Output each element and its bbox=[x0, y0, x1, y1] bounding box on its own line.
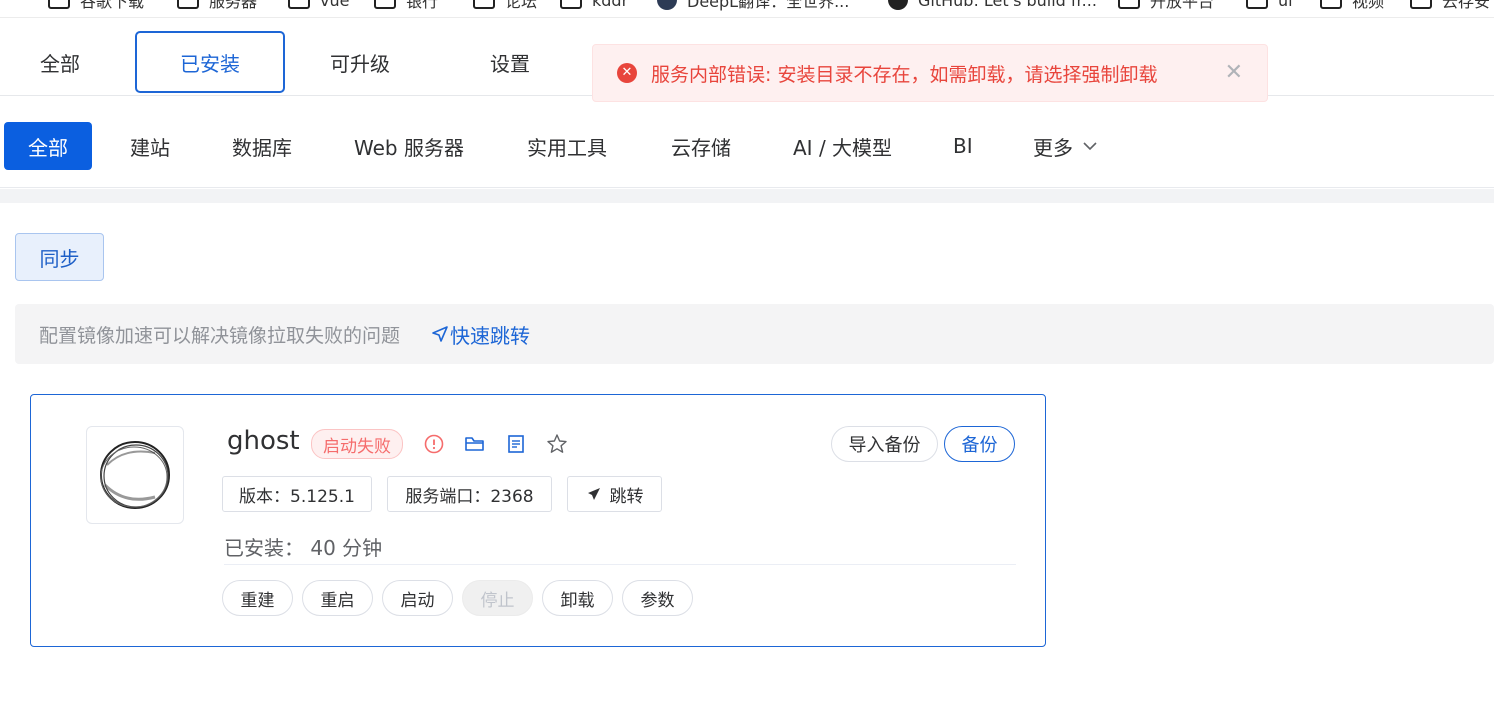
rebuild-button[interactable]: 重建 bbox=[222, 580, 293, 616]
bookmark-item[interactable]: kddr bbox=[560, 0, 628, 10]
category-more-label: 更多 bbox=[1033, 135, 1073, 160]
category-website[interactable]: 建站 bbox=[130, 122, 170, 170]
folder-icon bbox=[288, 0, 310, 9]
bookmark-item[interactable]: 开放平台 bbox=[1118, 0, 1214, 11]
document-icon[interactable] bbox=[505, 433, 527, 455]
ghost-logo-icon bbox=[100, 441, 170, 509]
bookmark-item[interactable]: ui bbox=[1246, 0, 1293, 10]
folder-icon bbox=[1118, 0, 1140, 9]
port-tag: 服务端口：2368 bbox=[387, 476, 552, 512]
folder-icon bbox=[473, 0, 495, 9]
folder-icon bbox=[374, 0, 396, 9]
backup-button[interactable]: 备份 bbox=[944, 426, 1015, 462]
tab-installed[interactable]: 已安装 bbox=[135, 31, 285, 93]
folder-icon bbox=[1320, 0, 1342, 9]
chevron-down-icon bbox=[1083, 142, 1097, 151]
tab-upgradable[interactable]: 可升级 bbox=[285, 31, 435, 93]
category-database[interactable]: 数据库 bbox=[232, 122, 292, 170]
tab-all[interactable]: 全部 bbox=[0, 31, 135, 93]
jump-button[interactable]: 跳转 bbox=[567, 476, 662, 512]
category-web-server[interactable]: Web 服务器 bbox=[354, 122, 464, 170]
bookmarks-bar: 5 谷歌下载 服务器 vue 银行 论坛 kddr DeepL翻译：全世界...… bbox=[0, 0, 1494, 18]
category-tools[interactable]: 实用工具 bbox=[527, 122, 607, 170]
bookmark-item[interactable]: 云存安 bbox=[1410, 0, 1490, 11]
status-badge: 启动失败 bbox=[311, 429, 403, 459]
folder-icon bbox=[1410, 0, 1432, 9]
bookmark-item[interactable]: DeepL翻译：全世界... bbox=[657, 0, 849, 11]
github-logo-icon bbox=[888, 0, 908, 10]
alert-message: 服务内部错误: 安装目录不存在，如需卸载，请选择强制卸载 bbox=[651, 63, 1158, 86]
star-icon[interactable] bbox=[546, 433, 568, 455]
bookmark-item[interactable]: vue bbox=[288, 0, 349, 10]
import-backup-button[interactable]: 导入备份 bbox=[831, 426, 938, 462]
category-ai[interactable]: AI / 大模型 bbox=[793, 122, 892, 170]
bookmark-item[interactable]: 银行 bbox=[374, 0, 438, 11]
category-all[interactable]: 全部 bbox=[4, 122, 92, 170]
bookmark-item[interactable]: 论坛 bbox=[473, 0, 537, 11]
bookmark-item[interactable]: 视频 bbox=[1320, 0, 1384, 11]
app-card: ghost 启动失败 导入备份 备份 版本：5.125.1 服务端口：2368 … bbox=[30, 394, 1046, 647]
deepl-logo-icon bbox=[657, 0, 677, 10]
restart-button[interactable]: 重启 bbox=[302, 580, 373, 616]
category-cloud-storage[interactable]: 云存储 bbox=[671, 122, 731, 170]
uninstall-button[interactable]: 卸载 bbox=[542, 580, 613, 616]
category-bar: 全部 建站 数据库 Web 服务器 实用工具 云存储 AI / 大模型 BI 更… bbox=[0, 104, 1494, 188]
tip-text: 配置镜像加速可以解决镜像拉取失败的问题 bbox=[39, 324, 401, 347]
send-icon bbox=[587, 488, 600, 500]
folder-icon[interactable] bbox=[463, 433, 485, 455]
stop-button: 停止 bbox=[462, 580, 533, 616]
params-button[interactable]: 参数 bbox=[622, 580, 693, 616]
folder-icon bbox=[48, 0, 70, 9]
installed-time: 已安装： 40 分钟 bbox=[224, 536, 383, 560]
error-alert: ✕ 服务内部错误: 安装目录不存在，如需卸载，请选择强制卸载 ✕ bbox=[592, 44, 1268, 102]
version-tag: 版本：5.125.1 bbox=[222, 476, 372, 512]
start-button[interactable]: 启动 bbox=[382, 580, 453, 616]
bookmark-item[interactable]: GitHub: Let's build fr... bbox=[888, 0, 1097, 10]
card-divider bbox=[224, 564, 1016, 565]
ghost-logo bbox=[86, 426, 184, 524]
jump-label: 跳转 bbox=[609, 486, 644, 507]
sync-button[interactable]: 同步 bbox=[15, 233, 104, 281]
section-divider bbox=[0, 189, 1494, 203]
tab-settings[interactable]: 设置 bbox=[435, 31, 585, 93]
category-more[interactable]: 更多 bbox=[1033, 122, 1099, 170]
warning-icon[interactable] bbox=[423, 433, 445, 455]
app-name: ghost bbox=[227, 426, 300, 456]
error-circle-icon: ✕ bbox=[617, 63, 637, 83]
quick-jump-link[interactable]: 快速跳转 bbox=[430, 320, 530, 349]
bookmark-item[interactable]: 谷歌下载 bbox=[48, 0, 144, 11]
close-icon[interactable]: ✕ bbox=[1225, 61, 1243, 85]
mirror-tip-banner: 配置镜像加速可以解决镜像拉取失败的问题 快速跳转 bbox=[15, 304, 1494, 364]
category-bi[interactable]: BI bbox=[953, 122, 973, 170]
quick-jump-label: 快速跳转 bbox=[450, 323, 531, 348]
folder-icon bbox=[560, 0, 582, 9]
folder-icon bbox=[1246, 0, 1268, 9]
send-icon bbox=[432, 326, 448, 342]
bookmark-item[interactable]: 服务器 bbox=[177, 0, 257, 11]
folder-icon bbox=[177, 0, 199, 9]
